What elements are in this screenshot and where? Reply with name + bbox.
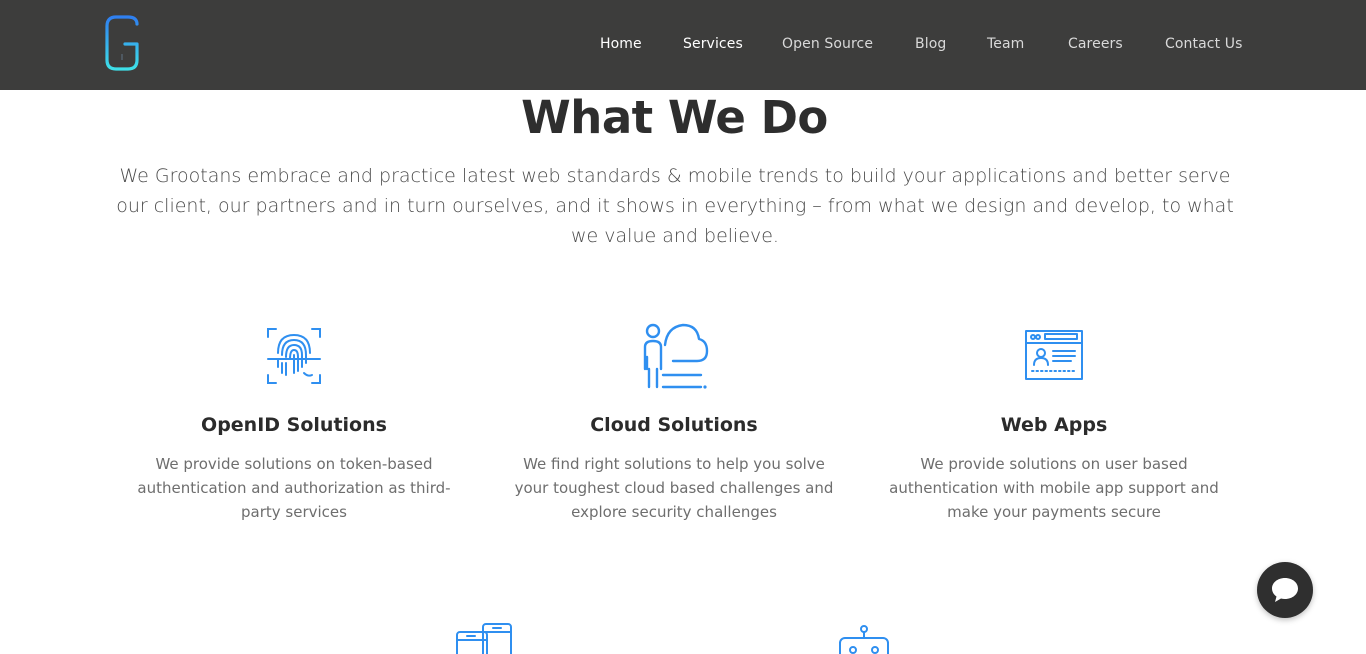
section-lead: We Grootans embrace and practice latest …	[116, 165, 1234, 247]
chat-bubble-icon	[1272, 578, 1298, 602]
service-title-openid: OpenID Solutions	[201, 414, 387, 436]
top-navbar: Home Services Open Source Blog Team Care…	[0, 0, 1366, 90]
service-title-cloud: Cloud Solutions	[590, 414, 758, 436]
robot-icon	[839, 625, 889, 654]
nav-team[interactable]: Team	[987, 36, 1024, 52]
web-app-icon	[1025, 330, 1083, 380]
nav-blog[interactable]: Blog	[915, 36, 946, 52]
fingerprint-icon	[267, 328, 321, 384]
nav-services[interactable]: Services	[683, 36, 743, 52]
service-title-webapps: Web Apps	[1000, 414, 1108, 436]
service-card-openid: OpenID Solutions We provide solutions on…	[114, 320, 474, 524]
nav-contact-us[interactable]: Contact Us	[1165, 36, 1242, 52]
section-title: What We Do	[521, 91, 828, 144]
nav-careers[interactable]: Careers	[1068, 36, 1123, 52]
mobile-devices-icon	[456, 623, 512, 654]
service-desc-cloud: We find right solutions to help you solv…	[514, 455, 834, 521]
nav-open-source[interactable]: Open Source	[782, 36, 873, 52]
nav-home[interactable]: Home	[600, 36, 642, 52]
chat-button[interactable]	[1257, 562, 1313, 618]
main-nav: Home Services Open Source Blog Team Care…	[0, 0, 1366, 90]
cloud-person-icon	[643, 323, 709, 389]
service-card-cloud: Cloud Solutions We find right solutions …	[494, 320, 854, 524]
service-card-webapps: Web Apps We provide solutions on user ba…	[874, 320, 1234, 524]
service-desc-openid: We provide solutions on token-based auth…	[137, 455, 451, 521]
service-desc-webapps: We provide solutions on user based authe…	[889, 455, 1219, 521]
